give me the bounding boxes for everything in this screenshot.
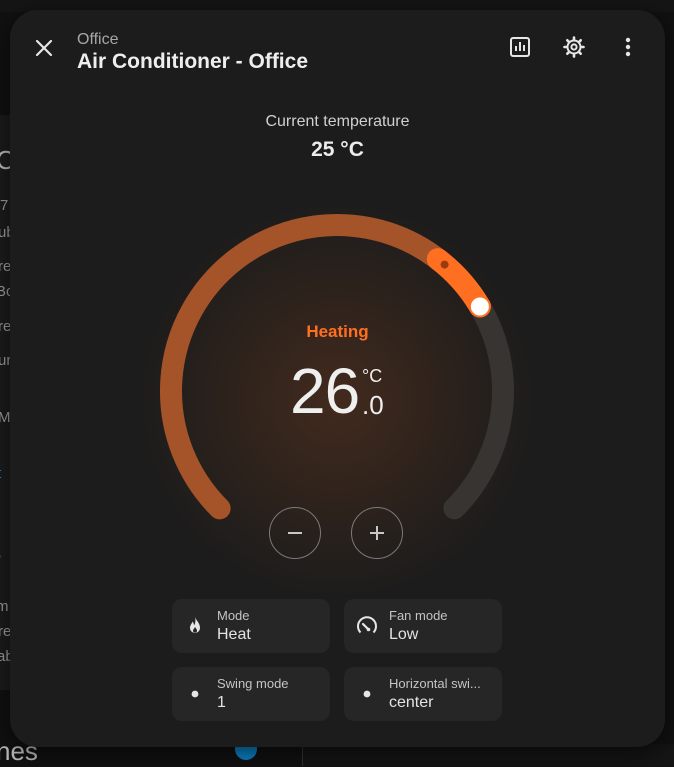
climate-more-info-dialog: Office Air Conditioner - Office Current …	[10, 10, 665, 747]
horizontal-swing-feature[interactable]: Horizontal swi... center	[344, 667, 502, 721]
hvac-action-label: Heating	[306, 322, 369, 341]
mode-feature[interactable]: Mode Heat	[172, 599, 330, 653]
background-text: re	[0, 258, 10, 275]
fire-icon	[190, 617, 200, 633]
background-text: Bc	[0, 283, 10, 300]
swing-mode-label: Swing mode	[217, 676, 289, 691]
background-text: r	[0, 545, 10, 576]
background-card-edge	[302, 744, 674, 766]
swing-mode-feature[interactable]: Swing mode 1	[172, 667, 330, 721]
background-text: re	[0, 318, 10, 335]
background-text: ur	[0, 352, 10, 369]
fan-speed-icon	[357, 616, 377, 634]
current-temperature-marker	[440, 260, 449, 269]
fan-mode-value: Low	[389, 626, 419, 643]
target-temperature-handle[interactable]	[468, 295, 491, 318]
background-text: C	[0, 145, 10, 175]
target-temperature-integer: 26	[290, 355, 360, 427]
mode-label: Mode	[217, 608, 250, 623]
background-text: 7	[0, 197, 9, 214]
fan-mode-feature[interactable]: Fan mode Low	[344, 599, 502, 653]
background-text: m	[0, 598, 9, 615]
target-temperature-unit: °C	[362, 366, 383, 386]
decrease-temperature-button[interactable]	[269, 507, 321, 559]
background-text: re	[0, 623, 10, 640]
dot-icon	[363, 690, 371, 698]
horizontal-swing-label: Horizontal swi...	[389, 676, 481, 691]
dot-icon	[191, 690, 199, 698]
plus-icon	[370, 526, 384, 540]
horizontal-swing-value: center	[389, 694, 434, 711]
swing-mode-value: 1	[217, 694, 226, 711]
mode-value: Heat	[217, 626, 251, 643]
target-temperature-decimal: .0	[362, 390, 384, 420]
fan-mode-label: Fan mode	[389, 608, 448, 623]
increase-temperature-button[interactable]	[351, 507, 403, 559]
minus-icon	[288, 532, 302, 534]
background-text: ab	[0, 648, 10, 665]
background-text: M	[0, 409, 10, 426]
background-text: ub	[0, 224, 10, 241]
background-link: t	[0, 465, 10, 482]
